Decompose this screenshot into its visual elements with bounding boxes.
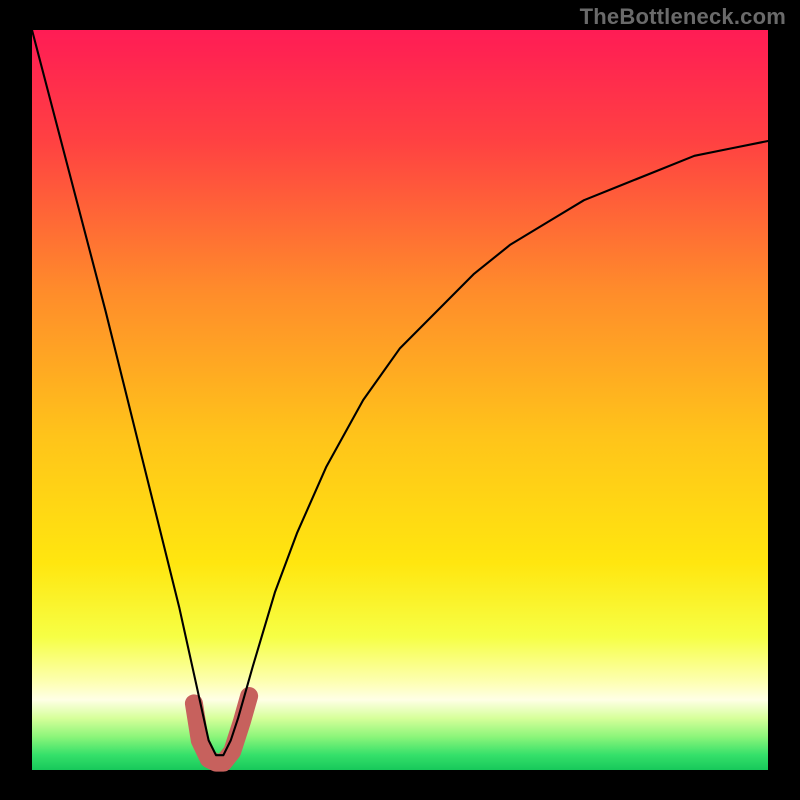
watermark-text: TheBottleneck.com <box>580 4 786 30</box>
chart-frame: TheBottleneck.com <box>0 0 800 800</box>
bottleneck-chart <box>0 0 800 800</box>
plot-background <box>32 30 768 770</box>
